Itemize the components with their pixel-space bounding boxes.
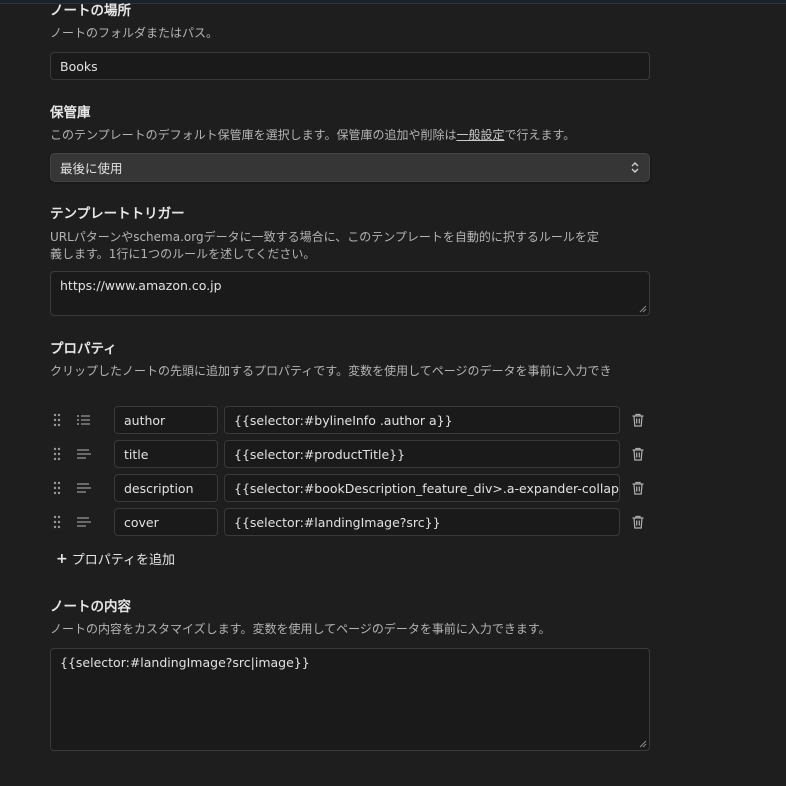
property-key: title xyxy=(124,446,149,462)
properties-description: クリップしたノートの先頭に追加するプロパティです。変数を使用してページのデータを… xyxy=(50,364,612,378)
property-row: description {{selector:#bookDescription_… xyxy=(50,474,650,502)
trash-icon[interactable] xyxy=(630,446,646,462)
note-location-value: Books xyxy=(60,58,98,74)
plus-icon: + xyxy=(56,550,68,567)
property-row: title {{selector:#productTitle}} xyxy=(50,440,650,468)
note-location-section: ノートの場所 ノートのフォルダまたはパス。 xyxy=(50,2,650,42)
note-location-input[interactable]: Books xyxy=(50,52,650,80)
trash-icon[interactable] xyxy=(630,480,646,496)
property-key: description xyxy=(124,480,194,496)
drag-handle-icon[interactable] xyxy=(52,481,62,495)
property-row: author {{selector:#bylineInfo .author a}… xyxy=(50,406,650,434)
vault-section: 保管庫 このテンプレートのデフォルト保管庫を選択します。保管庫の追加や削除は一般… xyxy=(50,104,650,144)
property-key: cover xyxy=(124,514,159,530)
property-key-input[interactable]: cover xyxy=(114,508,218,536)
triggers-title: テンプレートトリガー xyxy=(50,206,185,222)
add-property-button[interactable]: + プロパティを追加 xyxy=(56,549,175,569)
property-value: {{selector:#bookDescription_feature_div>… xyxy=(234,480,620,496)
property-key-input[interactable]: author xyxy=(114,406,218,434)
triggers-description-line2: 義します。1行に1つのルールを述してください。 xyxy=(50,247,316,261)
text-icon[interactable] xyxy=(76,448,92,460)
properties-section: プロパティ クリップしたノートの先頭に追加するプロパティです。変数を使用してペー… xyxy=(50,340,650,380)
drag-handle-icon[interactable] xyxy=(52,413,62,427)
trash-icon[interactable] xyxy=(630,412,646,428)
drag-handle-icon[interactable] xyxy=(52,447,62,461)
vault-desc-after: で行えます。 xyxy=(504,128,576,142)
property-value-input[interactable]: {{selector:#bylineInfo .author a}} xyxy=(224,406,620,434)
text-icon[interactable] xyxy=(76,516,92,528)
vault-select[interactable]: 最後に使用 xyxy=(50,153,650,182)
note-location-description: ノートのフォルダまたはパス。 xyxy=(50,26,219,40)
property-key-input[interactable]: title xyxy=(114,440,218,468)
triggers-description: URLパターンやschema.orgデータに一致する場合に、このテンプレートを自… xyxy=(50,229,650,263)
note-content-section: ノートの内容 ノートの内容をカスタマイズします。変数を使用してページのデータを事… xyxy=(50,598,650,638)
note-content-description: ノートの内容をカスタマイズします。変数を使用してページのデータを事前に入力できま… xyxy=(50,622,551,636)
drag-handle-icon[interactable] xyxy=(52,515,62,529)
property-value: {{selector:#bylineInfo .author a}} xyxy=(234,412,453,428)
property-value-input[interactable]: {{selector:#productTitle}} xyxy=(224,440,620,468)
note-content-value: {{selector:#landingImage?src|image}} xyxy=(60,655,310,670)
resize-grip-icon[interactable] xyxy=(638,739,647,748)
vault-description: このテンプレートのデフォルト保管庫を選択します。保管庫の追加や削除は一般設定で行… xyxy=(50,127,650,144)
vault-selected-value: 最後に使用 xyxy=(60,161,123,176)
vault-desc-text: このテンプレートのデフォルト保管庫を選択します。保管庫の追加や削除は xyxy=(50,128,457,142)
add-property-label: プロパティを追加 xyxy=(71,553,175,568)
note-content-textarea[interactable]: {{selector:#landingImage?src|image}} xyxy=(50,648,650,751)
triggers-description-line1: URLパターンやschema.orgデータに一致する場合に、このテンプレートを自… xyxy=(50,230,599,244)
note-location-title: ノートの場所 xyxy=(50,3,131,19)
vault-title: 保管庫 xyxy=(50,105,91,121)
note-content-title: ノートの内容 xyxy=(50,599,131,615)
properties-title: プロパティ xyxy=(50,341,117,357)
trash-icon[interactable] xyxy=(630,514,646,530)
property-value-input[interactable]: {{selector:#landingImage?src}} xyxy=(224,508,620,536)
triggers-textarea[interactable]: https://www.amazon.co.jp xyxy=(50,271,650,316)
property-row: cover {{selector:#landingImage?src}} xyxy=(50,508,650,536)
text-icon[interactable] xyxy=(76,482,92,494)
property-value: {{selector:#productTitle}} xyxy=(234,446,406,462)
property-key: author xyxy=(124,412,166,428)
list-icon[interactable] xyxy=(76,414,92,426)
chevron-up-down-icon xyxy=(631,162,639,173)
triggers-section: テンプレートトリガー URLパターンやschema.orgデータに一致する場合に… xyxy=(50,205,650,263)
general-settings-link[interactable]: 一般設定 xyxy=(456,128,504,142)
resize-grip-icon[interactable] xyxy=(638,304,647,313)
property-key-input[interactable]: description xyxy=(114,474,218,502)
property-value-input[interactable]: {{selector:#bookDescription_feature_div>… xyxy=(224,474,620,502)
triggers-value: https://www.amazon.co.jp xyxy=(60,278,222,293)
property-value: {{selector:#landingImage?src}} xyxy=(234,514,441,530)
